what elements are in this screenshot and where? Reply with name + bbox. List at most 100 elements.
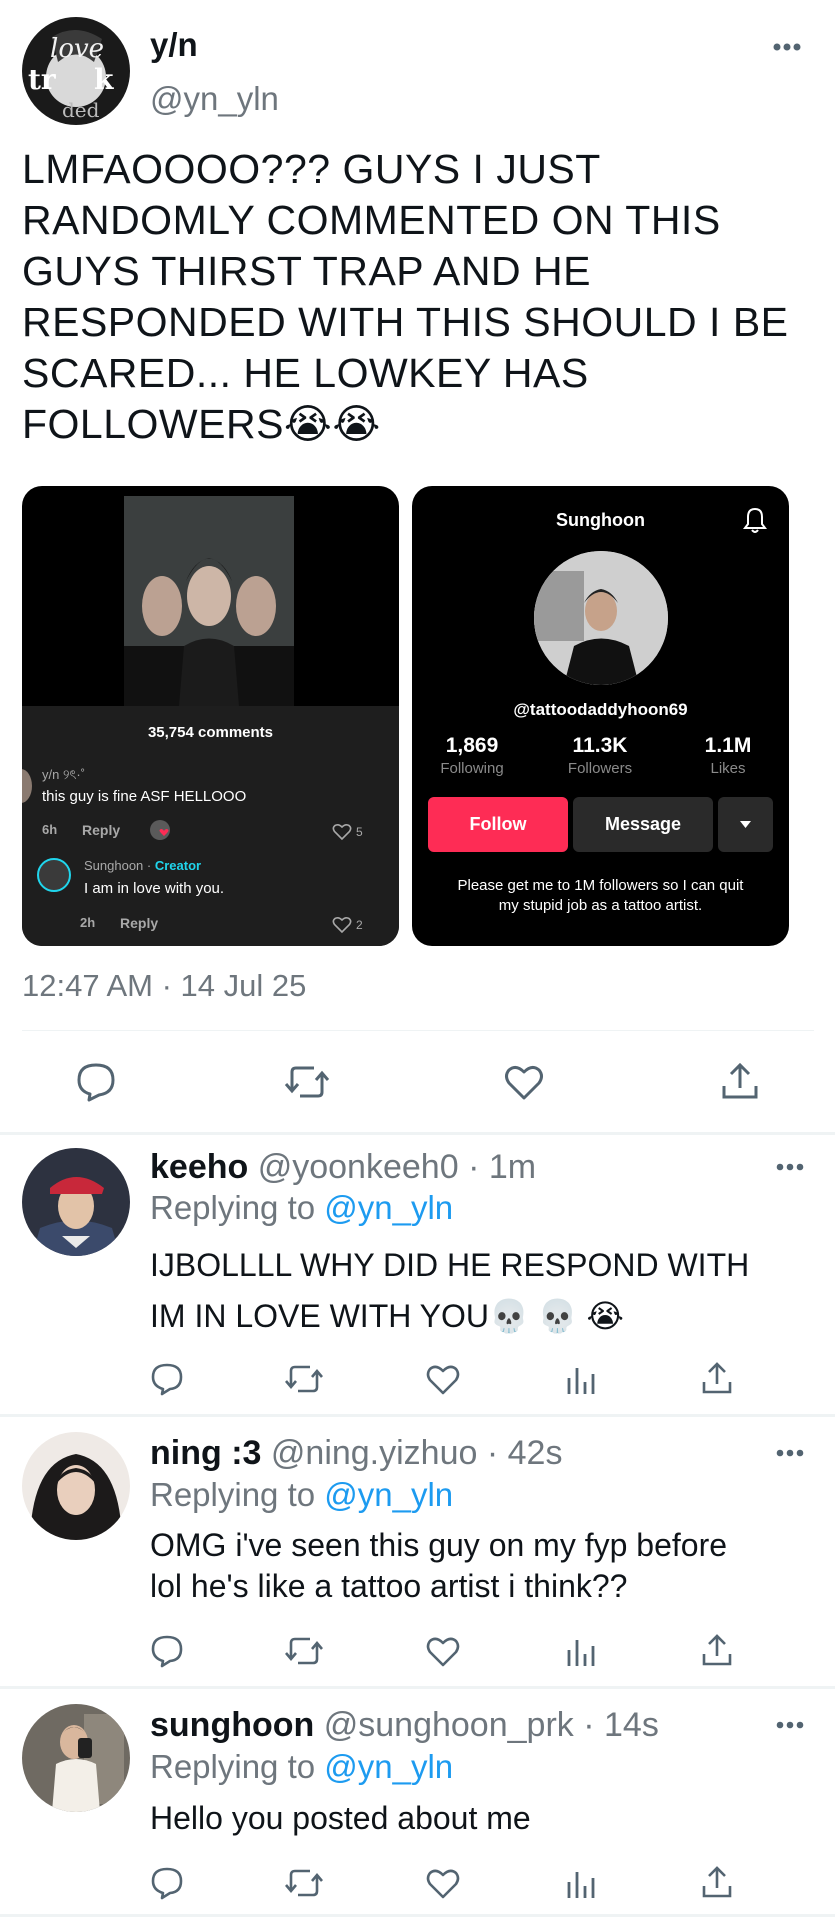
profile-bio: Please get me to 1M followers so I can q… [412, 876, 789, 916]
retweet-icon[interactable] [284, 1634, 324, 1668]
stat-likes-label: Likes [710, 760, 746, 777]
reply-time[interactable]: · 1m [468, 1148, 536, 1186]
stat-following[interactable]: 1,869 Following [422, 734, 522, 777]
tweet-text: LMFAOOOO??? GUYS I JUST RANDOMLY COMMENT… [22, 144, 822, 450]
replying-to: Replying to @yn_yln [150, 1748, 453, 1786]
comments-count: 35,754 comments [147, 724, 274, 741]
reply-header: sunghoon @sunghoon_prk · 14s [150, 1706, 659, 1745]
share-icon[interactable] [719, 1060, 761, 1102]
retweet-icon[interactable] [284, 1866, 324, 1900]
replying-to-prefix: Replying to [150, 1189, 325, 1226]
more-icon[interactable] [776, 1448, 804, 1458]
follow-button[interactable]: Follow [428, 797, 568, 852]
analytics-icon[interactable] [566, 1364, 596, 1396]
media-right[interactable]: Sunghoon @tattoodaddyhoon69 1,869 Follow… [412, 486, 789, 946]
profile-bio-line: my stupid job as a tattoo artist. [498, 897, 703, 914]
reply-handle[interactable]: @sunghoon_prk [324, 1706, 574, 1744]
comment-time: 6h [42, 822, 58, 837]
reply-time[interactable]: · 14s [583, 1706, 659, 1744]
avatar-image: love tr k ded [22, 17, 130, 125]
tweet-text-line: SCARED... HE LOWKEY HAS [22, 350, 589, 396]
stat-followers[interactable]: 11.3K Followers [550, 734, 650, 777]
reply-icon[interactable] [150, 1866, 184, 1900]
reply-avatar[interactable] [22, 1704, 130, 1812]
bell-icon[interactable] [742, 506, 768, 534]
heart-outline-icon[interactable] [332, 823, 352, 841]
heart-outline-icon[interactable] [332, 916, 352, 934]
reply-handle[interactable]: @yoonkeeh0 [258, 1148, 459, 1186]
author-avatar[interactable]: love tr k ded [22, 17, 130, 125]
like-icon[interactable] [425, 1634, 461, 1668]
reply-header: ning :3 @ning.yizhuo · 42s [150, 1434, 562, 1473]
comment-text: this guy is fine ASF HELLOOO [42, 788, 247, 805]
creator-username[interactable]: Sunghoon [84, 858, 143, 873]
reply-text: OMG i've seen this guy on my fyp before … [150, 1525, 830, 1607]
creator-separator: · [143, 858, 155, 873]
analytics-icon[interactable] [566, 1636, 596, 1668]
svg-text:k: k [94, 63, 114, 96]
reply-name[interactable]: ning :3 [150, 1434, 261, 1472]
retweet-icon[interactable] [284, 1362, 324, 1396]
reply-time[interactable]: · 42s [487, 1434, 563, 1472]
reply-name[interactable]: sunghoon [150, 1706, 314, 1744]
stat-following-value: 1,869 [445, 734, 499, 757]
section-divider [0, 1132, 835, 1135]
tweet-text-line: RANDOMLY COMMENTED ON THIS [22, 197, 721, 243]
share-icon[interactable] [700, 1864, 734, 1900]
section-divider [0, 1686, 835, 1689]
creator-username-line: Sunghoon · Creator [84, 858, 201, 873]
avatar-logo-text: love [50, 34, 104, 64]
more-icon[interactable] [776, 1162, 804, 1172]
reply-avatar[interactable] [22, 1148, 130, 1256]
reply-avatar[interactable] [22, 1432, 130, 1540]
reply-text-line: OMG i've seen this guy on my fyp before [150, 1527, 728, 1563]
analytics-icon[interactable] [566, 1868, 596, 1900]
reply-icon[interactable] [150, 1362, 184, 1396]
stat-following-label: Following [440, 760, 504, 777]
like-icon[interactable] [425, 1362, 461, 1396]
profile-header-name: Sunghoon [556, 510, 645, 530]
reply-header: keeho @yoonkeeh0 · 1m [150, 1148, 536, 1187]
replying-to-handle[interactable]: @yn_yln [324, 1748, 453, 1785]
replying-to-handle[interactable]: @yn_yln [324, 1189, 453, 1226]
reply-icon[interactable] [150, 1634, 184, 1668]
more-icon[interactable] [772, 42, 802, 52]
reply-name[interactable]: keeho [150, 1148, 248, 1186]
creator-comment-text: I am in love with you. [84, 880, 225, 897]
like-icon[interactable] [425, 1866, 461, 1900]
creator-avatar[interactable] [37, 858, 71, 892]
tweet-timestamp[interactable]: 12:47 AM · 14 Jul 25 [22, 968, 306, 1004]
author-name[interactable]: y/n [150, 26, 198, 64]
creator-like-count: 2 [356, 918, 363, 932]
creator-reply-button[interactable]: Reply [120, 915, 158, 931]
reply-icon[interactable] [75, 1062, 117, 1102]
video-thumbnail [124, 496, 294, 706]
replying-to: Replying to @yn_yln [150, 1189, 453, 1227]
share-icon[interactable] [700, 1360, 734, 1396]
more-icon[interactable] [776, 1720, 804, 1730]
stat-followers-value: 11.3K [572, 734, 628, 757]
section-divider [0, 1414, 835, 1417]
creator-badge: Creator [154, 858, 202, 873]
reply-text-line: IM IN LOVE WITH YOU💀 💀 😭 [150, 1298, 624, 1334]
stat-likes[interactable]: 1.1M Likes [678, 734, 778, 777]
media-left[interactable]: 35,754 comments y/n ୨ৎ·˚ this guy is fin… [22, 486, 399, 946]
profile-avatar[interactable] [534, 551, 668, 685]
replying-to-handle[interactable]: @yn_yln [324, 1476, 453, 1513]
section-divider [0, 1914, 835, 1917]
comment-like-count: 5 [356, 825, 363, 839]
like-icon[interactable] [503, 1062, 545, 1102]
retweet-icon[interactable] [284, 1062, 330, 1102]
replying-to: Replying to @yn_yln [150, 1476, 453, 1514]
reply-text-line: Hello you posted about me [150, 1800, 531, 1836]
author-handle[interactable]: @yn_yln [150, 80, 279, 118]
comment-reply-button[interactable]: Reply [82, 822, 120, 838]
tweet-text-line: LMFAOOOO??? GUYS I JUST [22, 146, 601, 192]
replying-to-prefix: Replying to [150, 1748, 325, 1785]
message-button[interactable]: Message [573, 797, 713, 852]
tweet-text-line: GUYS THIRST TRAP AND HE [22, 248, 591, 294]
comment-username[interactable]: y/n ୨ৎ·˚ [42, 766, 85, 787]
dropdown-icon[interactable] [718, 797, 773, 852]
share-icon[interactable] [700, 1632, 734, 1668]
reply-handle[interactable]: @ning.yizhuo [271, 1434, 478, 1472]
